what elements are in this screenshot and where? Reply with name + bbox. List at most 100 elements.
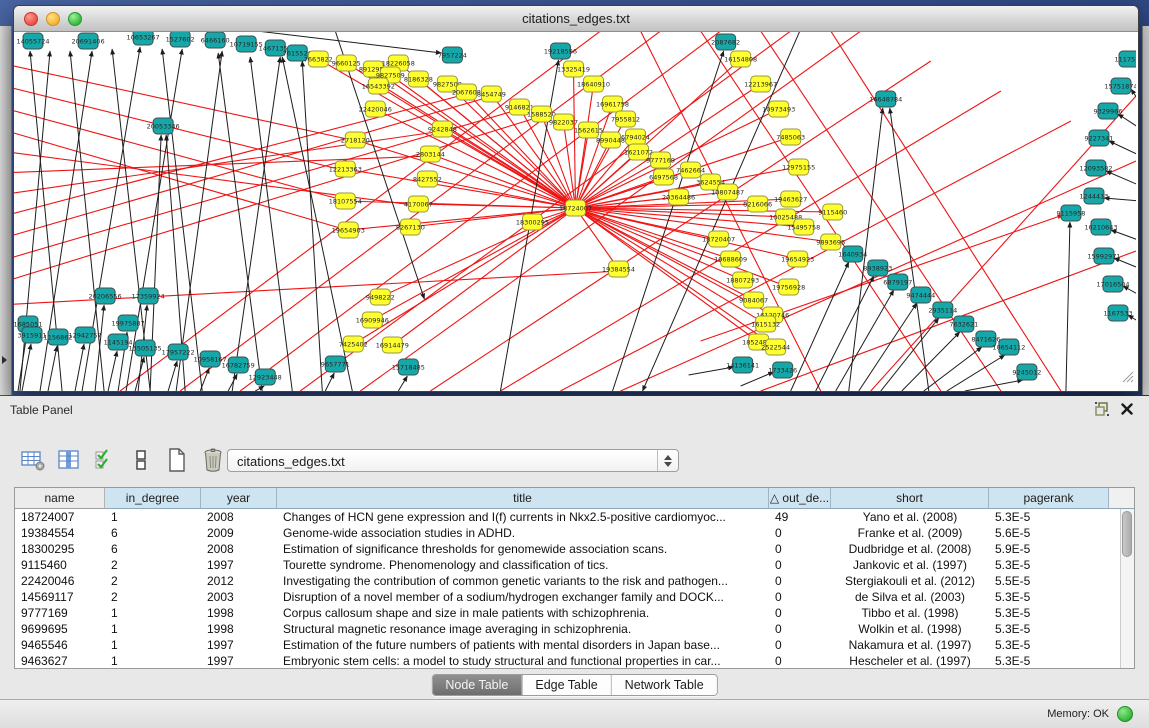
cell-in_degree[interactable]: 1 <box>105 621 201 637</box>
column-header-name[interactable]: name <box>15 488 105 509</box>
cell-name[interactable]: 18300295 <box>15 541 105 557</box>
column-header-year[interactable]: year <box>201 488 277 509</box>
table-select[interactable]: citations_edges.txt <box>227 449 679 472</box>
column-header-short[interactable]: short <box>831 488 989 509</box>
cell-in_degree[interactable]: 1 <box>105 653 201 669</box>
cell-title[interactable]: Estimation of significance thresholds fo… <box>277 541 769 557</box>
cell-in_degree[interactable]: 1 <box>105 509 201 525</box>
cell-short[interactable]: Hescheler et al. (1997) <box>831 653 989 669</box>
cell-pagerank[interactable]: 5.3E-5 <box>989 509 1109 525</box>
panel-collapse-arrow-icon[interactable] <box>2 356 7 364</box>
cell-in_degree[interactable]: 6 <box>105 541 201 557</box>
row-height-icon[interactable] <box>128 447 153 472</box>
cell-short[interactable]: Franke et al. (2009) <box>831 525 989 541</box>
cell-in_degree[interactable]: 2 <box>105 573 201 589</box>
cell-title[interactable]: Structural magnetic resonance image aver… <box>277 621 769 637</box>
float-panel-icon[interactable] <box>1095 402 1109 421</box>
table-row[interactable]: 969969511998Structural magnetic resonanc… <box>15 621 1134 637</box>
cell-name[interactable]: 9463627 <box>15 653 105 669</box>
cell-out_degree[interactable]: 0 <box>769 621 831 637</box>
cell-year[interactable]: 2012 <box>201 573 277 589</box>
cell-out_degree[interactable]: 0 <box>769 637 831 653</box>
cell-short[interactable]: Dudbridge et al. (2008) <box>831 541 989 557</box>
cell-year[interactable]: 2003 <box>201 589 277 605</box>
cell-title[interactable]: Embryonic stem cells: a model to study s… <box>277 653 769 669</box>
cell-short[interactable]: Stergiakouli et al. (2012) <box>831 573 989 589</box>
resize-grip[interactable] <box>1120 369 1134 388</box>
cell-in_degree[interactable]: 6 <box>105 525 201 541</box>
select-all-icon[interactable] <box>92 447 117 472</box>
table-options-icon[interactable] <box>20 447 45 472</box>
close-panel-icon[interactable] <box>1121 402 1133 420</box>
tab-edge-table[interactable]: Edge Table <box>521 675 610 695</box>
network-view[interactable]: 1405572420691406106532671527602646616010… <box>14 32 1138 391</box>
cell-short[interactable]: de Silva et al. (2003) <box>831 589 989 605</box>
table-row[interactable]: 1872400712008Changes of HCN gene express… <box>15 509 1134 525</box>
cell-short[interactable]: Jankovic et al. (1997) <box>831 557 989 573</box>
cell-short[interactable]: Yano et al. (2008) <box>831 509 989 525</box>
cell-year[interactable]: 2009 <box>201 525 277 541</box>
column-header-in_degree[interactable]: in_degree <box>105 488 201 509</box>
cell-out_degree[interactable]: 49 <box>769 509 831 525</box>
table-row[interactable]: 977716911998Corpus callosum shape and si… <box>15 605 1134 621</box>
cell-in_degree[interactable]: 2 <box>105 589 201 605</box>
cell-year[interactable]: 2008 <box>201 541 277 557</box>
cell-pagerank[interactable]: 5.9E-5 <box>989 541 1109 557</box>
cell-year[interactable]: 1997 <box>201 653 277 669</box>
cell-name[interactable]: 14569117 <box>15 589 105 605</box>
cell-pagerank[interactable]: 5.3E-5 <box>989 653 1109 669</box>
cell-title[interactable]: Disruption of a novel member of a sodium… <box>277 589 769 605</box>
scrollbar-thumb[interactable] <box>1122 511 1132 557</box>
cell-title[interactable]: Corpus callosum shape and size in male p… <box>277 605 769 621</box>
cell-out_degree[interactable]: 0 <box>769 541 831 557</box>
cell-title[interactable]: Changes of HCN gene expression and I(f) … <box>277 509 769 525</box>
cell-out_degree[interactable]: 0 <box>769 525 831 541</box>
cell-short[interactable]: Wolkin et al. (1998) <box>831 621 989 637</box>
cell-year[interactable]: 2008 <box>201 509 277 525</box>
delete-rows-icon[interactable] <box>200 447 225 472</box>
new-table-icon[interactable] <box>164 447 189 472</box>
cell-pagerank[interactable]: 5.3E-5 <box>989 637 1109 653</box>
table-row[interactable]: 1830029562008Estimation of significance … <box>15 541 1134 557</box>
table-row[interactable]: 911546021997Tourette syndrome. Phenomeno… <box>15 557 1134 573</box>
cell-name[interactable]: 9115460 <box>15 557 105 573</box>
cell-in_degree[interactable]: 1 <box>105 605 201 621</box>
window-titlebar[interactable]: citations_edges.txt <box>14 6 1138 32</box>
cell-pagerank[interactable]: 5.6E-5 <box>989 525 1109 541</box>
table-row[interactable]: 946554611997Estimation of the future num… <box>15 637 1134 653</box>
cell-title[interactable]: Tourette syndrome. Phenomenology and cla… <box>277 557 769 573</box>
cell-title[interactable]: Estimation of the future numbers of pati… <box>277 637 769 653</box>
column-header-title[interactable]: title <box>277 488 769 509</box>
cell-out_degree[interactable]: 0 <box>769 605 831 621</box>
cell-pagerank[interactable]: 5.5E-5 <box>989 573 1109 589</box>
tab-node-table[interactable]: Node Table <box>432 675 521 695</box>
column-header-out_degree[interactable]: △ out_de... <box>769 488 831 509</box>
cell-out_degree[interactable]: 0 <box>769 557 831 573</box>
cell-in_degree[interactable]: 1 <box>105 637 201 653</box>
cell-pagerank[interactable]: 5.3E-5 <box>989 557 1109 573</box>
cell-name[interactable]: 19384554 <box>15 525 105 541</box>
cell-year[interactable]: 1997 <box>201 637 277 653</box>
cell-name[interactable]: 9465546 <box>15 637 105 653</box>
cell-short[interactable]: Tibbo et al. (1998) <box>831 605 989 621</box>
cell-name[interactable]: 9777169 <box>15 605 105 621</box>
cell-pagerank[interactable]: 5.3E-5 <box>989 589 1109 605</box>
cell-in_degree[interactable]: 2 <box>105 557 201 573</box>
table-row[interactable]: 1938455462009Genome-wide association stu… <box>15 525 1134 541</box>
cell-pagerank[interactable]: 5.3E-5 <box>989 605 1109 621</box>
cell-name[interactable]: 18724007 <box>15 509 105 525</box>
cell-out_degree[interactable]: 0 <box>769 589 831 605</box>
cell-year[interactable]: 1998 <box>201 605 277 621</box>
table-row[interactable]: 946362711997Embryonic stem cells: a mode… <box>15 653 1134 669</box>
table-row[interactable]: 2242004622012Investigating the contribut… <box>15 573 1134 589</box>
column-header-pagerank[interactable]: pagerank <box>989 488 1109 509</box>
table-scrollbar[interactable] <box>1120 509 1134 668</box>
tab-network-table[interactable]: Network Table <box>611 675 717 695</box>
cell-pagerank[interactable]: 5.3E-5 <box>989 621 1109 637</box>
cell-name[interactable]: 22420046 <box>15 573 105 589</box>
cell-short[interactable]: Nakamura et al. (1997) <box>831 637 989 653</box>
memory-status-icon[interactable] <box>1117 706 1133 722</box>
cell-title[interactable]: Genome-wide association studies in ADHD. <box>277 525 769 541</box>
table-row[interactable]: 1456911722003Disruption of a novel membe… <box>15 589 1134 605</box>
cell-title[interactable]: Investigating the contribution of common… <box>277 573 769 589</box>
